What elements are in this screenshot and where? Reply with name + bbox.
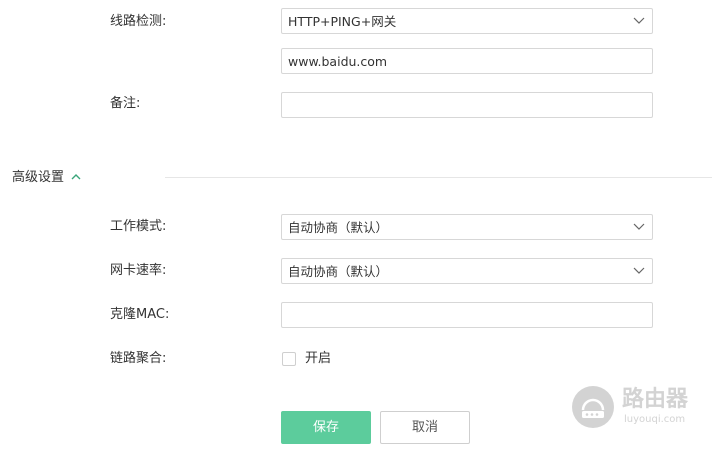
chevron-up-icon[interactable] (70, 171, 82, 183)
line-detect-host-value: www.baidu.com (288, 54, 388, 69)
line-detect-host-input[interactable]: www.baidu.com (281, 48, 653, 74)
save-button[interactable]: 保存 (281, 411, 371, 444)
watermark-logo: 路由器 luyouqi.com (570, 384, 710, 432)
work-mode-label: 工作模式: (110, 219, 167, 234)
chevron-down-icon (633, 267, 645, 274)
line-detect-label: 线路检测: (110, 14, 167, 29)
chevron-down-icon (633, 17, 645, 24)
remark-input[interactable] (281, 92, 653, 118)
link-aggregation-checkbox[interactable] (282, 352, 296, 366)
nic-speed-label: 网卡速率: (110, 263, 167, 278)
router-logo-icon (572, 386, 614, 428)
link-aggregation-checkbox-label[interactable]: 开启 (305, 351, 331, 367)
remark-label: 备注: (110, 96, 141, 111)
chevron-down-icon (633, 223, 645, 230)
watermark-title: 路由器 (622, 387, 689, 412)
link-aggregation-label: 链路聚合: (110, 351, 167, 366)
nic-speed-value: 自动协商（默认） (288, 264, 389, 279)
section-divider (165, 177, 712, 178)
nic-speed-select[interactable]: 自动协商（默认） (281, 258, 653, 284)
work-mode-select[interactable]: 自动协商（默认） (281, 214, 653, 240)
advanced-settings-title[interactable]: 高级设置 (12, 170, 64, 186)
cancel-button[interactable]: 取消 (380, 411, 470, 444)
watermark-subtitle: luyouqi.com (624, 414, 686, 425)
work-mode-value: 自动协商（默认） (288, 220, 389, 235)
line-detect-select[interactable]: HTTP+PING+网关 (281, 8, 653, 34)
line-detect-value: HTTP+PING+网关 (288, 14, 397, 29)
clone-mac-label: 克隆MAC: (110, 307, 170, 322)
clone-mac-input[interactable] (281, 302, 653, 328)
